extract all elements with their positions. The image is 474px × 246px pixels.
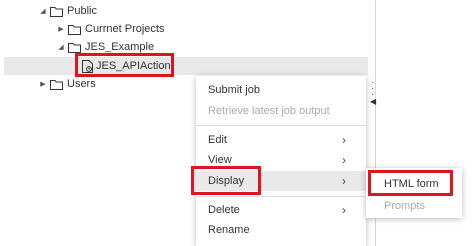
menu-item-label: Delete (208, 204, 240, 216)
tree-item-label: Users (67, 78, 96, 90)
splitter-grip-icon[interactable]: · · · (371, 78, 374, 100)
highlight-box-display (191, 166, 261, 195)
menu-item-retrieve-output: Retrieve latest job output (196, 101, 366, 121)
chevron-right-icon: › (342, 153, 346, 167)
tree-item-label: Currnet Projects (85, 23, 165, 35)
tree-item-label: JES_Example (85, 41, 155, 53)
tree-item-public[interactable]: ◢ Public (38, 2, 97, 20)
highlight-box-file (75, 53, 174, 77)
chevron-right-icon: › (342, 174, 346, 188)
menu-item-label: Rename (208, 224, 250, 236)
folder-icon (68, 42, 81, 53)
folder-icon (68, 24, 81, 35)
chevron-right-icon: › (342, 133, 346, 147)
highlight-box-html-form (368, 170, 453, 196)
menu-item-label: View (208, 154, 232, 166)
menu-item-label: Prompts (384, 200, 425, 212)
submenu-item-prompts: Prompts (366, 196, 462, 216)
menu-item-edit[interactable]: Edit › (196, 130, 366, 150)
chevron-right-icon: › (342, 203, 346, 217)
tree-item-jes-apiaction[interactable]: JES_APIAction (4, 57, 368, 75)
menu-item-label: Retrieve latest job output (208, 105, 330, 117)
context-menu: Submit job Retrieve latest job output Ed… (196, 76, 366, 246)
menu-item-label: Submit job (208, 84, 260, 96)
menu-separator (196, 125, 366, 126)
folder-icon (50, 6, 63, 17)
menu-separator (196, 196, 366, 197)
expanded-triangle-icon[interactable]: ◢ (38, 7, 48, 15)
collapsed-triangle-icon[interactable]: ▶ (56, 25, 66, 33)
folder-icon (50, 79, 63, 90)
menu-item-rename[interactable]: Rename (196, 220, 366, 240)
tree-item-current-projects[interactable]: ▶ Currnet Projects (56, 20, 164, 38)
menu-item-label: Edit (208, 134, 227, 146)
menu-item-delete[interactable]: Delete › (196, 200, 366, 220)
tree-item-label: Public (67, 5, 97, 17)
collapse-pane-arrow-icon[interactable]: ◀ (370, 97, 376, 106)
menu-item-submit-job[interactable]: Submit job (196, 80, 366, 100)
collapsed-triangle-icon[interactable]: ▶ (38, 80, 48, 88)
tree-item-users[interactable]: ▶ Users (38, 75, 96, 93)
expanded-triangle-icon[interactable]: ◢ (56, 43, 66, 51)
